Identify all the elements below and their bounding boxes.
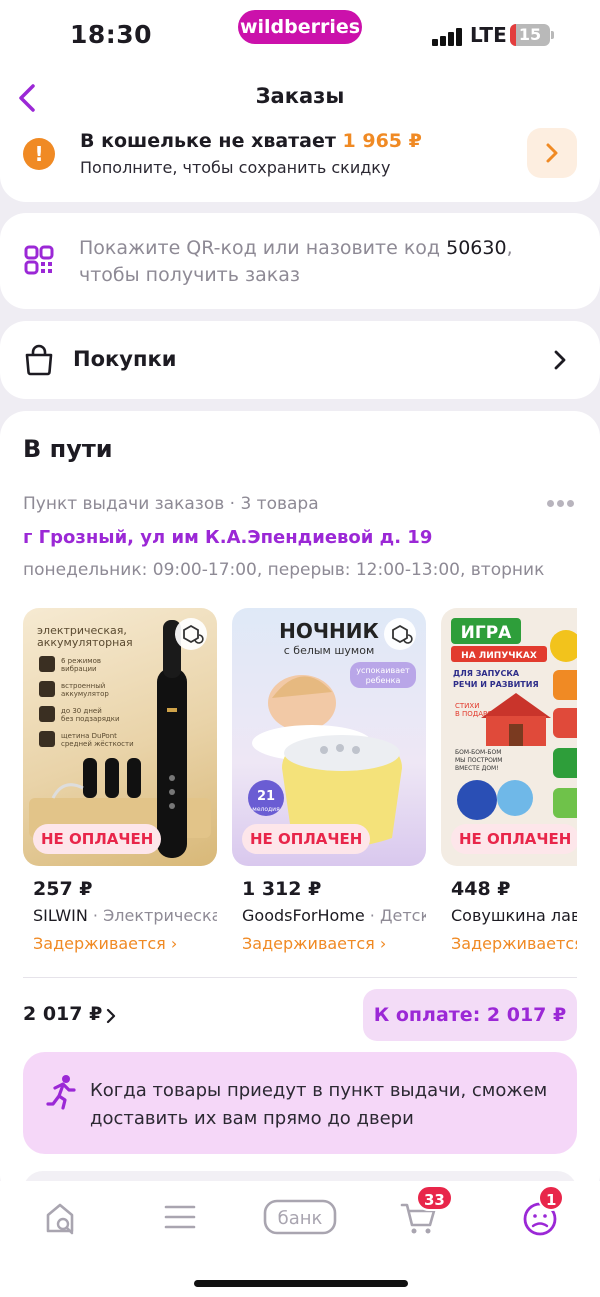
running-person-icon — [46, 1075, 76, 1110]
image-text: ВМЕСТЕ ДОМ! — [455, 765, 499, 772]
product-carousel[interactable]: электрическая, аккумуляторная 6 режимов … — [23, 608, 577, 968]
battery-nub — [551, 31, 554, 39]
network-type: LTE — [470, 23, 507, 47]
image-text: средней жёсткости — [61, 740, 134, 748]
product-title: · Детский ночник — [369, 906, 426, 925]
image-text: мелодия — [252, 806, 280, 813]
product-name: GoodsForHome · Детский ночник — [242, 906, 426, 925]
image-text: аккумуляторная — [37, 636, 133, 649]
image-text: щетина DuPont — [61, 732, 117, 740]
nav-cart[interactable]: 33 — [390, 1185, 453, 1239]
status-badge: НЕ ОПЛАЧЕН — [33, 824, 162, 854]
image-text: встроенный — [61, 682, 105, 690]
nav-bank[interactable]: банк — [262, 1195, 338, 1239]
image-text: СТИХИ — [455, 702, 479, 710]
warning-icon: ! — [23, 138, 55, 170]
image-text: вибрации — [61, 665, 97, 673]
wallet-topup-button[interactable] — [527, 128, 577, 178]
product-price: 1 312 ₽ — [242, 878, 322, 900]
delay-status[interactable]: Задерживается › — [242, 934, 386, 953]
product-title: · Электрическая щетка — [92, 906, 217, 925]
qr-instruction: Покажите QR-код или назовите код 50630, … — [79, 235, 579, 289]
status-badge: НЕ ОПЛАЧЕН — [451, 824, 577, 854]
battery-level: 15 — [518, 25, 542, 44]
order-total[interactable]: 2 017 ₽ — [23, 1003, 102, 1025]
product-image[interactable]: электрическая, аккумуляторная 6 режимов … — [23, 608, 217, 866]
menu-icon — [164, 1205, 196, 1229]
divider — [23, 977, 577, 978]
purchases-label: Покупки — [73, 347, 177, 371]
image-text: аккумулятор — [61, 690, 109, 698]
delivery-note-text: Когда товары приедут в пункт выдачи, смо… — [90, 1080, 548, 1129]
image-text: до 30 дней — [61, 707, 102, 715]
cart-badge: 33 — [416, 1185, 453, 1211]
product-price: 257 ₽ — [33, 878, 93, 900]
qr-code-card[interactable]: Покажите QR-код или назовите код 50630, … — [0, 213, 600, 309]
product-name: SILWIN · Электрическая щетка — [33, 906, 217, 925]
chevron-right-icon — [554, 350, 566, 370]
image-text: ДЛЯ ЗАПУСКА — [453, 669, 520, 678]
pickup-address[interactable]: г Грозный, ул им К.А.Эпендиевой д. 19 — [23, 527, 432, 548]
status-bar: 18:30 wildberries LTE 15 — [0, 0, 600, 70]
pickup-hours: понедельник: 09:00-17:00, перерыв: 12:00… — [23, 560, 545, 580]
qr-code-icon — [24, 245, 54, 275]
in-transit-card: В пути Пункт выдачи заказов · 3 товара г… — [0, 411, 600, 1201]
home-search-icon — [46, 1203, 74, 1235]
chevron-right-icon — [546, 143, 558, 163]
product-price: 448 ₽ — [451, 878, 511, 900]
delay-status[interactable]: Задерживается › — [451, 934, 577, 953]
delivery-note[interactable]: Когда товары приедут в пункт выдачи, смо… — [23, 1052, 577, 1154]
product-brand: GoodsForHome — [242, 906, 365, 925]
more-options-icon[interactable] — [545, 495, 577, 511]
chevron-right-icon[interactable] — [104, 1007, 118, 1025]
image-text: 6 режимов — [61, 657, 101, 665]
delay-status[interactable]: Задерживается › — [33, 934, 177, 953]
qr-text-before: Покажите QR-код или назовите код — [79, 237, 447, 259]
image-text: НОЧНИК — [279, 619, 379, 643]
bank-icon: банк — [263, 1199, 337, 1235]
product-image[interactable]: ИГРА НА ЛИПУЧКАХ ДЛЯ ЗАПУСКА РЕЧИ И РАЗВ… — [441, 608, 577, 866]
return-icon — [175, 618, 207, 650]
wallet-warning-card[interactable]: ! В кошельке не хватает 1 965 ₽ Пополнит… — [0, 118, 600, 202]
image-text: с белым шумом — [284, 644, 375, 657]
product-name: Совушкина лавка — [451, 906, 577, 925]
return-icon — [384, 618, 416, 650]
signal-icon — [432, 28, 464, 46]
image-text: БОМ-БОМ-БОМ — [455, 749, 501, 756]
image-text: ребенка — [366, 676, 401, 685]
image-text: МЫ ПОСТРОИМ — [455, 757, 502, 764]
product-brand: SILWIN — [33, 906, 88, 925]
nav-home-search[interactable] — [32, 1195, 92, 1239]
wallet-message-text: В кошельке не хватает — [80, 130, 336, 152]
image-text: без подзарядки — [61, 715, 120, 723]
product-brand: Совушкина лавка — [451, 906, 577, 925]
product-image[interactable]: НОЧНИК с белым шумом успокаивает ребенка… — [232, 608, 426, 866]
image-text: ИГРА — [461, 623, 513, 643]
battery-icon: 15 — [510, 24, 550, 46]
bank-label: банк — [278, 1208, 323, 1229]
page-title: Заказы — [255, 84, 345, 108]
wallet-shortfall-amount: 1 965 ₽ — [342, 130, 422, 152]
purchases-card[interactable]: Покупки — [0, 321, 600, 399]
brand-logo: wildberries — [238, 10, 362, 44]
pickup-code: 50630 — [446, 237, 507, 259]
image-text: РЕЧИ И РАЗВИТИЯ — [453, 680, 539, 689]
image-text: успокаивает — [356, 666, 410, 675]
home-indicator — [194, 1280, 408, 1287]
nav-profile[interactable]: 1 — [510, 1185, 570, 1239]
status-time: 18:30 — [70, 20, 153, 49]
pay-button[interactable]: К оплате: 2 017 ₽ — [363, 989, 577, 1041]
status-badge: НЕ ОПЛАЧЕН — [242, 824, 371, 854]
wallet-subtitle: Пополните, чтобы сохранить скидку — [80, 158, 391, 177]
section-title: В пути — [23, 435, 113, 463]
shopping-bag-icon — [25, 344, 53, 376]
nav-catalog[interactable] — [150, 1195, 210, 1239]
image-text: НА ЛИПУЧКАХ — [461, 651, 537, 661]
wallet-message: В кошельке не хватает 1 965 ₽ — [80, 130, 422, 152]
image-text: 21 — [257, 789, 275, 804]
pickup-point-info: Пункт выдачи заказов · 3 товара — [23, 494, 319, 514]
